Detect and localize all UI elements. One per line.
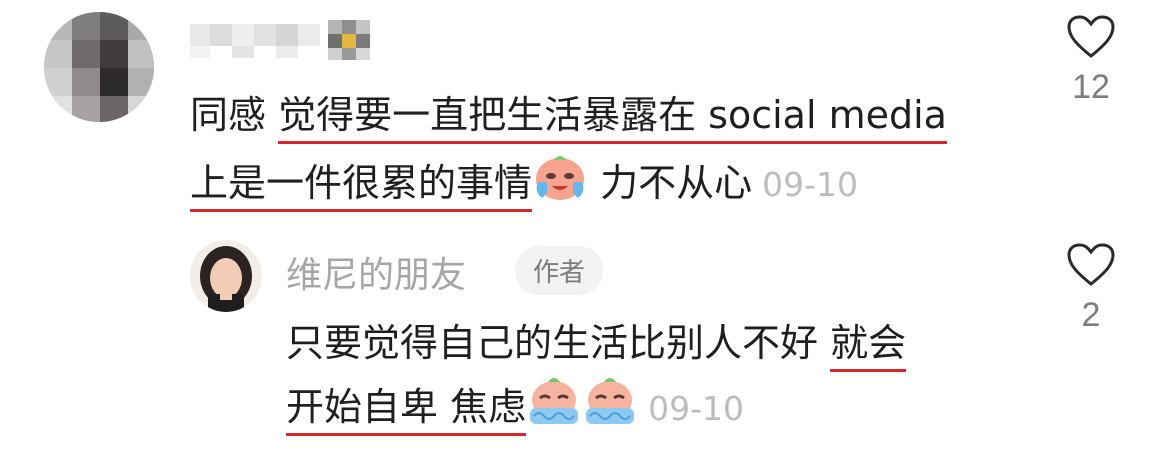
pixelated-username[interactable]	[190, 18, 380, 66]
avatar[interactable]	[44, 12, 154, 122]
crying-face-emoji	[532, 152, 588, 211]
heart-outline-icon	[1067, 243, 1115, 286]
pixelated-avatar-image	[44, 12, 154, 122]
crying-face-emoji	[526, 376, 582, 435]
comment-date: 09-10	[762, 165, 858, 204]
author-name[interactable]: 维尼的朋友	[286, 246, 466, 298]
underlined-text: 开始自卑 焦虑	[286, 385, 527, 436]
like-button[interactable]: 2	[1051, 242, 1131, 335]
like-count: 2	[1081, 296, 1101, 334]
like-count: 12	[1072, 68, 1110, 106]
like-button[interactable]: 12	[1051, 14, 1131, 107]
reply-date: 09-10	[648, 389, 744, 428]
crying-face-emoji	[582, 376, 638, 435]
author-avatar-image	[190, 240, 262, 312]
reply-text: 只要觉得自己的生活比别人不好	[286, 321, 831, 365]
comment-text-lead: 同感	[190, 93, 279, 137]
comment-body-line-1: 同感 觉得要一直把生活暴露在 social media	[190, 84, 947, 144]
underlined-text: 就会	[830, 321, 907, 372]
reply-body-line-2: 开始自卑 焦虑 09-10	[286, 376, 744, 436]
author-badge: 作者	[515, 246, 604, 295]
comment-text-tail: 力不从心	[588, 161, 753, 205]
reply-body-line-1: 只要觉得自己的生活比别人不好 就会	[286, 312, 907, 372]
avatar[interactable]	[190, 240, 262, 312]
comment-body-line-2: 上是一件很累的事情 力不从心 09-10	[190, 152, 858, 212]
pixelated-username-image	[190, 20, 370, 60]
underlined-text: 上是一件很累的事情	[190, 161, 533, 212]
heart-outline-icon	[1067, 15, 1115, 58]
underlined-text: 觉得要一直把生活暴露在 social media	[278, 93, 947, 144]
